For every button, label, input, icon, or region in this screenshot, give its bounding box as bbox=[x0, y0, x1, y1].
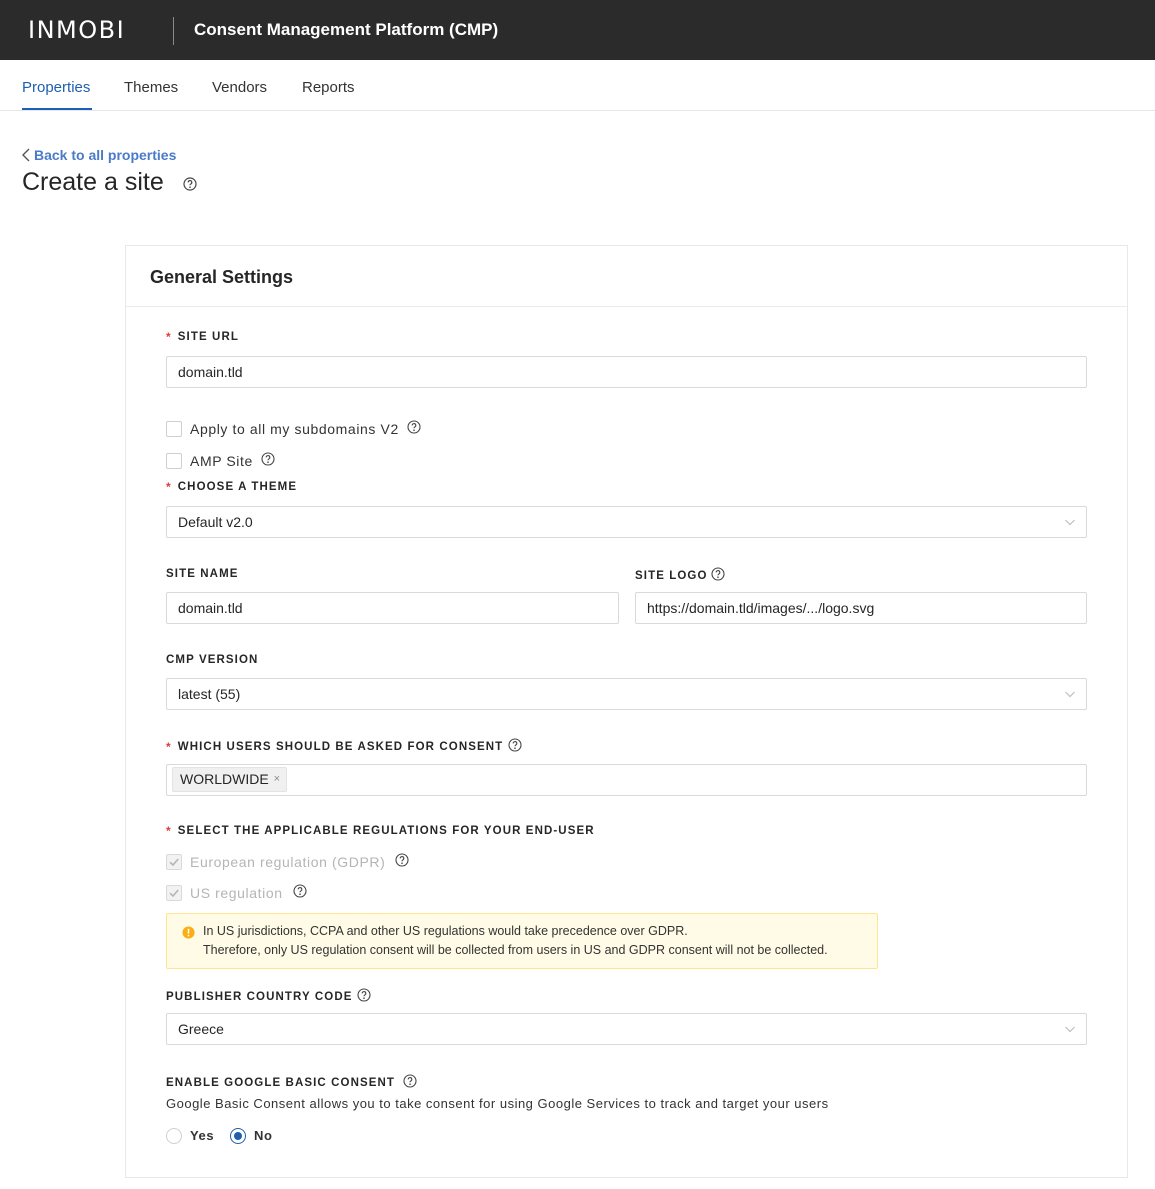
site-name-input[interactable]: domain.tld bbox=[166, 592, 619, 624]
tab-properties[interactable]: Properties bbox=[22, 79, 90, 97]
country-code-label: PUBLISHER COUNTRY CODE bbox=[166, 988, 371, 1006]
subdomains-label: Apply to all my subdomains V2 bbox=[190, 420, 399, 437]
required-marker: * bbox=[166, 330, 172, 344]
back-to-properties-link[interactable]: Back to all properties bbox=[22, 146, 176, 164]
gdpr-checkbox[interactable] bbox=[166, 853, 182, 870]
tag-label: WORLDWIDE bbox=[180, 771, 269, 787]
gdpr-label: European regulation (GDPR) bbox=[190, 853, 386, 870]
required-marker: * bbox=[166, 480, 172, 494]
chevron-left-icon bbox=[22, 148, 30, 162]
close-icon[interactable]: × bbox=[274, 768, 280, 791]
consent-users-multiselect[interactable] bbox=[166, 764, 1087, 796]
chevron-down-icon bbox=[1065, 1026, 1075, 1033]
gdpr-checkbox-row[interactable]: European regulation (GDPR) bbox=[166, 853, 409, 870]
google-consent-no-option[interactable]: No bbox=[230, 1128, 273, 1144]
us-regulation-checkbox-row[interactable]: US regulation bbox=[166, 884, 307, 901]
site-url-label: * SITE URL bbox=[166, 330, 239, 344]
alert-text-line-1: In US jurisdictions, CCPA and other US r… bbox=[203, 924, 688, 938]
subdomains-checkbox[interactable] bbox=[166, 420, 182, 437]
consent-users-label-text: WHICH USERS SHOULD BE ASKED FOR CONSENT bbox=[177, 741, 504, 753]
country-code-label-text: PUBLISHER COUNTRY CODE bbox=[166, 991, 353, 1003]
us-regulation-checkbox[interactable] bbox=[166, 884, 182, 901]
google-consent-yes-option[interactable]: Yes bbox=[166, 1128, 214, 1144]
google-consent-label: ENABLE GOOGLE BASIC CONSENT bbox=[166, 1074, 417, 1092]
chevron-down-icon bbox=[1065, 691, 1075, 698]
theme-select-value: Default v2.0 bbox=[178, 514, 253, 530]
checkmark-icon bbox=[169, 857, 179, 866]
theme-label: * CHOOSE A THEME bbox=[166, 480, 297, 494]
cmp-version-value: latest (55) bbox=[178, 686, 241, 702]
site-logo-label: SITE LOGO bbox=[635, 567, 725, 585]
site-url-input[interactable]: domain.tld bbox=[166, 356, 1087, 388]
cmp-version-select[interactable]: latest (55) bbox=[166, 678, 1087, 710]
inmobi-logo[interactable]: INMOBI bbox=[28, 17, 125, 43]
site-name-label: SITE NAME bbox=[166, 568, 239, 580]
card-header: General Settings bbox=[126, 246, 1127, 307]
topbar-divider bbox=[173, 17, 174, 45]
help-icon[interactable] bbox=[407, 420, 421, 437]
site-logo-input[interactable]: https://domain.tld/images/.../logo.svg bbox=[635, 592, 1087, 624]
theme-select[interactable]: Default v2.0 bbox=[166, 506, 1087, 538]
help-icon[interactable] bbox=[356, 988, 371, 1006]
theme-label-text: CHOOSE A THEME bbox=[177, 481, 298, 493]
site-url-label-text: SITE URL bbox=[177, 331, 239, 343]
amp-site-checkbox[interactable] bbox=[166, 452, 182, 469]
regulations-label: * SELECT THE APPLICABLE REGULATIONS FOR … bbox=[166, 824, 595, 838]
help-icon[interactable] bbox=[403, 1074, 417, 1092]
top-bar: INMOBI Consent Management Platform (CMP) bbox=[0, 0, 1155, 60]
chevron-down-icon bbox=[1065, 519, 1075, 526]
subdomains-checkbox-row[interactable]: Apply to all my subdomains V2 bbox=[166, 420, 421, 437]
help-icon[interactable] bbox=[293, 884, 307, 901]
help-icon[interactable] bbox=[508, 738, 522, 756]
tab-themes[interactable]: Themes bbox=[124, 79, 178, 97]
google-consent-description: Google Basic Consent allows you to take … bbox=[166, 1096, 829, 1111]
help-icon[interactable] bbox=[261, 452, 275, 469]
us-regulation-warning-alert: In US jurisdictions, CCPA and other US r… bbox=[166, 913, 878, 969]
page-title: Create a site bbox=[22, 168, 164, 196]
regulations-label-text: SELECT THE APPLICABLE REGULATIONS FOR YO… bbox=[177, 825, 595, 837]
cmp-version-label: CMP VERSION bbox=[166, 654, 259, 666]
active-tab-indicator bbox=[22, 108, 92, 110]
checkmark-icon bbox=[169, 888, 179, 897]
required-marker: * bbox=[166, 740, 172, 754]
app-title: Consent Management Platform (CMP) bbox=[194, 20, 499, 39]
amp-site-label: AMP Site bbox=[190, 452, 253, 469]
tab-vendors[interactable]: Vendors bbox=[212, 79, 267, 97]
us-regulation-label: US regulation bbox=[190, 884, 283, 901]
tag-worldwide: WORLDWIDE × bbox=[172, 767, 288, 792]
card-title: General Settings bbox=[150, 267, 294, 287]
help-icon[interactable] bbox=[395, 853, 409, 870]
tab-reports[interactable]: Reports bbox=[302, 79, 355, 97]
radio-yes[interactable] bbox=[166, 1128, 182, 1144]
required-marker: * bbox=[166, 824, 172, 838]
country-code-select[interactable]: Greece bbox=[166, 1013, 1087, 1045]
main-tabs: Properties Themes Vendors Reports bbox=[0, 60, 1155, 111]
help-icon[interactable] bbox=[710, 567, 725, 585]
radio-yes-label: Yes bbox=[190, 1128, 215, 1143]
consent-users-label: * WHICH USERS SHOULD BE ASKED FOR CONSEN… bbox=[166, 738, 522, 756]
google-consent-label-text: ENABLE GOOGLE BASIC CONSENT bbox=[166, 1077, 396, 1089]
radio-no[interactable] bbox=[230, 1128, 246, 1144]
alert-text-line-2: Therefore, only US regulation consent wi… bbox=[203, 943, 828, 957]
back-link-label: Back to all properties bbox=[34, 147, 177, 163]
warning-icon bbox=[182, 926, 195, 939]
help-icon[interactable] bbox=[183, 177, 197, 196]
country-code-value: Greece bbox=[178, 1021, 224, 1037]
site-logo-label-text: SITE LOGO bbox=[635, 570, 708, 582]
radio-no-label: No bbox=[254, 1128, 273, 1143]
amp-site-checkbox-row[interactable]: AMP Site bbox=[166, 452, 275, 469]
